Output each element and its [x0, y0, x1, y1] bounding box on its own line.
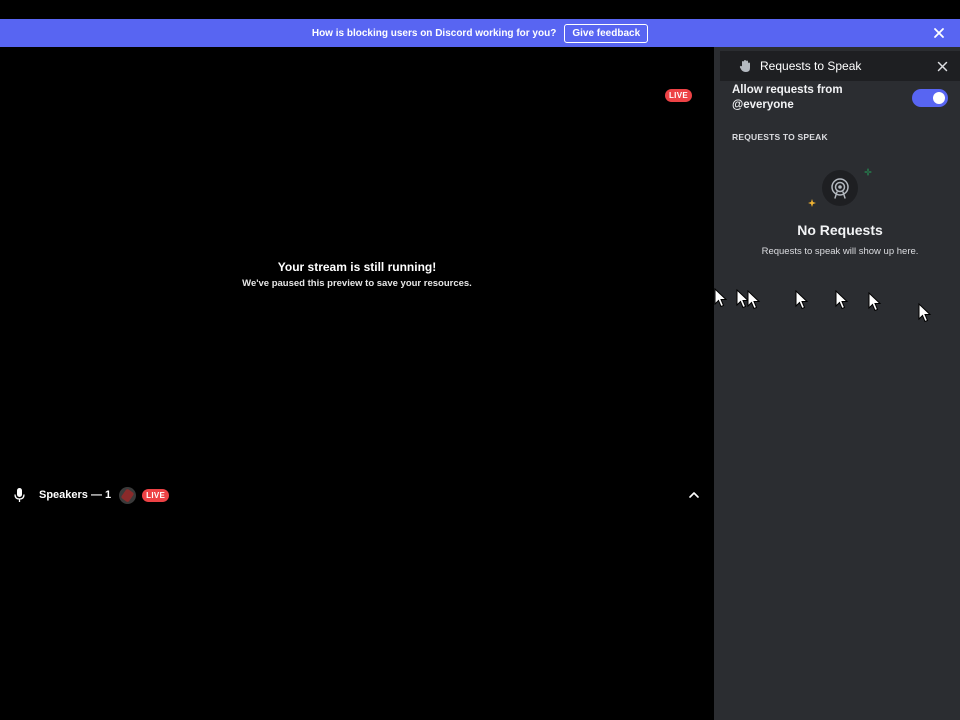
- close-icon[interactable]: [932, 26, 946, 40]
- avatar[interactable]: [119, 486, 137, 504]
- stream-subtitle: We've paused this preview to save your r…: [242, 278, 472, 289]
- stream-paused-message: Your stream is still running! We've paus…: [0, 260, 714, 289]
- panel-header: Requests to Speak: [720, 51, 960, 81]
- mouse-cursor-icon: [714, 288, 728, 308]
- allow-requests-label: Allow requests from @everyone: [732, 84, 843, 111]
- mouse-cursor-icon: [795, 290, 809, 310]
- notice-bar: How is blocking users on Discord working…: [0, 19, 960, 47]
- mouse-cursor-icon: [835, 290, 849, 310]
- no-requests-illustration: [808, 168, 872, 207]
- live-badge: LIVE: [665, 89, 692, 102]
- raised-hand-icon: [739, 60, 750, 72]
- mouse-cursor-icon: [747, 290, 761, 310]
- stream-title: Your stream is still running!: [277, 260, 437, 274]
- no-requests-title: No Requests: [797, 222, 883, 238]
- mouse-cursor-icon: [868, 292, 882, 312]
- no-requests-subtitle: Requests to speak will show up here.: [761, 246, 919, 257]
- mouse-cursor-icon: [918, 303, 932, 323]
- panel-title: Requests to Speak: [760, 59, 862, 73]
- speakers-label: Speakers — 1: [39, 489, 112, 501]
- notice-message: How is blocking users on Discord working…: [311, 27, 557, 39]
- microphone-icon: [14, 488, 25, 502]
- allow-requests-toggle[interactable]: [912, 89, 948, 107]
- speaker-live-badge: LIVE: [142, 488, 170, 502]
- speakers-section-header[interactable]: Speakers — 1 LIVE: [14, 486, 704, 504]
- requests-section-heading: REQUESTS TO SPEAK: [732, 132, 828, 142]
- close-panel-icon[interactable]: [937, 61, 948, 72]
- give-feedback-button[interactable]: Give feedback: [564, 23, 649, 43]
- stage-area: LIVE Your stream is still running! We've…: [0, 47, 714, 720]
- requests-to-speak-panel: Requests to Speak Allow requests from @e…: [714, 47, 960, 720]
- toggle-knob: [933, 92, 945, 104]
- chevron-up-icon[interactable]: [688, 489, 700, 501]
